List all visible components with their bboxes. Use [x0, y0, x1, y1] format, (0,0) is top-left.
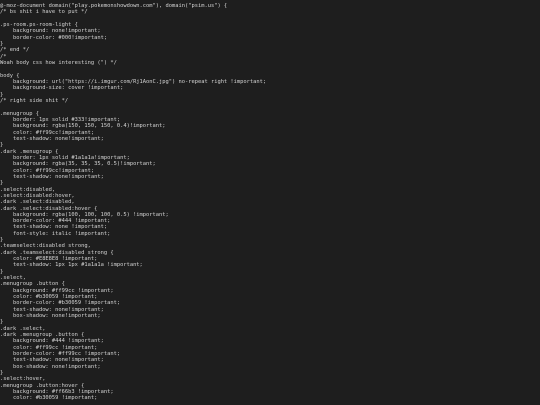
code-lines: @-moz-document domain("play.pokemonshowd… — [0, 3, 266, 402]
code-line: color: #b30059 !important; — [0, 395, 98, 402]
code-editor[interactable]: @-moz-document domain("play.pokemonshowd… — [0, 0, 540, 405]
